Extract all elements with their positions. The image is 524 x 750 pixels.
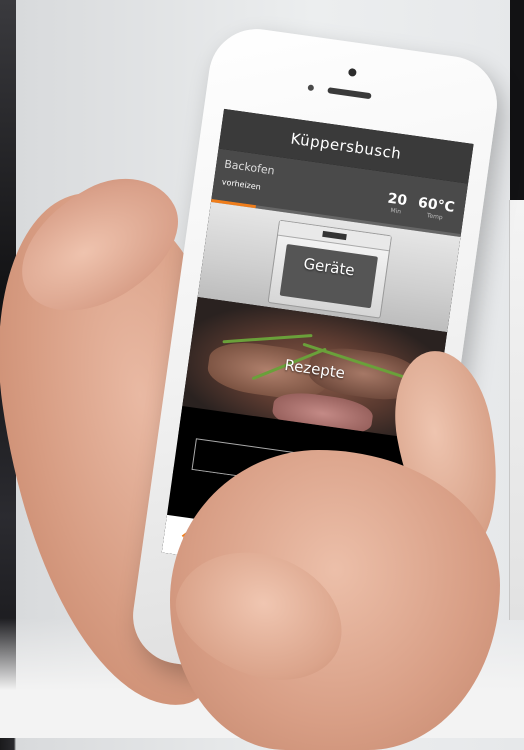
device-mode: vorheizen [221,177,262,192]
oven-display [322,230,347,241]
time-value: 20 [386,190,409,210]
background-right-panel [509,200,524,620]
front-camera [347,67,357,77]
temperature-readout: 60°C Temp [416,195,456,223]
device-name: Backofen [223,157,276,178]
brand-title: Küppersbusch [289,129,403,163]
background-right-dark [510,0,524,200]
herb-sprig [222,334,313,344]
earpiece-speaker [327,87,372,100]
proximity-sensor [307,84,315,92]
time-readout: 20 Min [386,190,409,216]
